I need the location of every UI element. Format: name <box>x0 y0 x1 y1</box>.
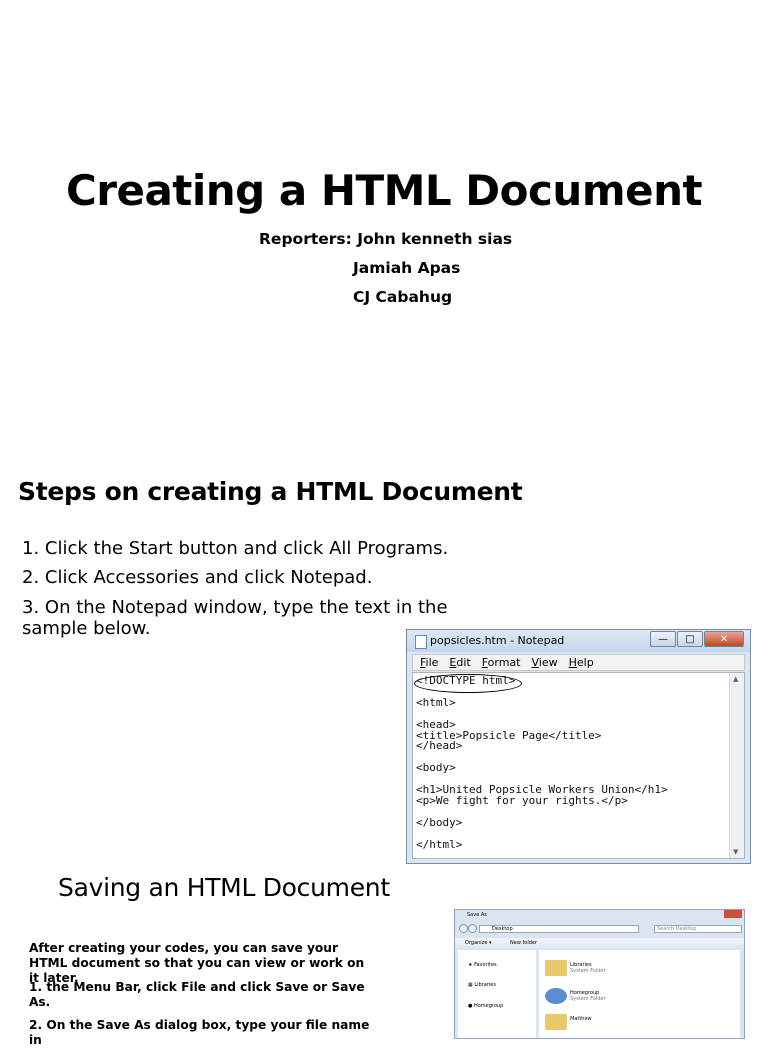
scroll-up-icon[interactable]: ▲ <box>733 675 738 683</box>
maximize-icon[interactable]: □ <box>677 631 703 647</box>
step-item-2: 2. Click Accessories and click Notepad. <box>22 567 373 588</box>
organize-button[interactable]: Organize ▾ <box>465 940 492 946</box>
dialog-toolbar: Organize ▾ New folder <box>455 938 744 948</box>
file-item-matthew[interactable]: Matthew <box>570 1016 592 1022</box>
step-item-1: 1. Click the Start button and click All … <box>22 538 449 559</box>
address-text: Desktop <box>492 926 513 932</box>
menu-view[interactable]: View <box>532 656 558 669</box>
close-icon[interactable]: ✕ <box>704 631 744 647</box>
notepad-app-icon <box>415 635 427 649</box>
reporters-line-1: Reporters: John kenneth sias <box>259 230 513 248</box>
menu-edit[interactable]: Edit <box>449 656 470 669</box>
saving-heading: Saving an HTML Document <box>58 873 390 902</box>
reporters-line-3: CJ Cabahug <box>353 288 453 306</box>
back-icon[interactable] <box>459 924 468 933</box>
search-placeholder: Search Desktop <box>657 926 697 932</box>
libraries-folder-icon <box>545 960 567 976</box>
user-folder-icon <box>545 1014 567 1030</box>
file-item-libraries[interactable]: Libraries System Folder <box>570 962 606 974</box>
notepad-code: <!DOCTYPE html> <html> <head> <title>Pop… <box>416 674 668 851</box>
nav-libraries[interactable]: ▦ Libraries <box>468 982 496 988</box>
search-input[interactable]: Search Desktop <box>654 925 742 933</box>
minimize-icon[interactable]: — <box>650 631 676 647</box>
notepad-titlebar: popsicles.htm - Notepad — □ ✕ <box>407 630 750 652</box>
file-list: Libraries System Folder Homegroup System… <box>539 950 740 1038</box>
steps-heading: Steps on creating a HTML Document <box>18 477 523 506</box>
new-folder-button[interactable]: New folder <box>510 940 537 946</box>
menu-format[interactable]: Format <box>482 656 521 669</box>
save-as-title: Save As <box>467 912 487 918</box>
doctype-highlight-oval <box>414 674 522 693</box>
window-controls: — □ ✕ <box>649 631 744 647</box>
menu-help[interactable]: Help <box>569 656 594 669</box>
save-as-dialog: Save As Desktop Search Desktop Organize … <box>454 909 745 1039</box>
notepad-scrollbar[interactable]: ▲ ▼ <box>729 673 744 858</box>
saving-paragraph-2: 1. the Menu Bar, click File and click Sa… <box>29 980 365 1009</box>
forward-icon[interactable] <box>468 924 477 933</box>
navigation-pane: ★ Favorites ▦ Libraries ● Homegroup <box>458 950 536 1038</box>
homegroup-icon <box>545 988 567 1004</box>
file-item-homegroup[interactable]: Homegroup System Folder <box>570 990 606 1002</box>
address-bar[interactable]: Desktop <box>479 925 639 933</box>
slide-title: Creating a HTML Document <box>65 166 703 215</box>
menu-file[interactable]: File <box>420 656 438 669</box>
notepad-window: popsicles.htm - Notepad — □ ✕ File Edit … <box>406 629 751 864</box>
saving-paragraph-3: 2. On the Save As dialog box, type your … <box>29 1018 370 1047</box>
notepad-title: popsicles.htm - Notepad <box>430 634 565 647</box>
notepad-text-area[interactable]: <!DOCTYPE html> <html> <head> <title>Pop… <box>412 672 745 859</box>
reporters-line-2: Jamiah Apas <box>353 259 461 277</box>
nav-homegroup[interactable]: ● Homegroup <box>468 1003 503 1009</box>
scroll-down-icon[interactable]: ▼ <box>733 848 738 856</box>
nav-favorites[interactable]: ★ Favorites <box>468 962 497 968</box>
notepad-menubar: File Edit Format View Help <box>412 654 745 671</box>
close-icon[interactable] <box>724 910 742 918</box>
